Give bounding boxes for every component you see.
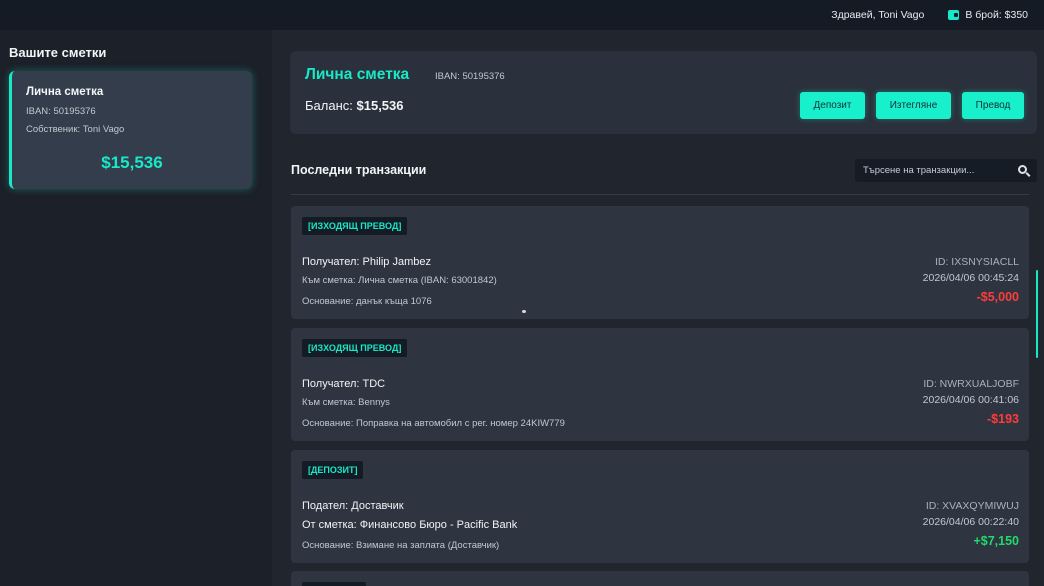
cursor-dot xyxy=(522,310,526,313)
transaction-account: Към сметка: Bennys xyxy=(302,397,390,408)
transaction-amount: -$5,000 xyxy=(976,290,1019,304)
top-bar: Здравей, Toni Vago В брой: $350 xyxy=(0,0,1044,30)
cash-display: В брой: $350 xyxy=(948,9,1028,21)
transfer-button[interactable]: Превод xyxy=(962,92,1024,119)
search-icon[interactable] xyxy=(1018,165,1027,174)
account-iban: IBAN: 50195376 xyxy=(26,106,96,117)
transaction-party: Получател: Philip Jambez xyxy=(302,256,431,268)
transaction-reason: Основание: Поправка на автомобил с рег. … xyxy=(302,418,565,429)
transactions-title: Последни транзакции xyxy=(291,163,427,177)
account-header: Лична сметка IBAN: 50195376 Баланс: $15,… xyxy=(290,51,1037,134)
transaction-item[interactable]: [ИЗХОДЯЩ ПРЕВОД] Получател: Philip Jambe… xyxy=(291,206,1029,319)
transaction-id: ID: NWRXUALJOBF xyxy=(923,378,1019,390)
transaction-reason: Основание: данък къща 1076 xyxy=(302,296,432,307)
transaction-id: ID: IXSNYSIACLL xyxy=(934,256,1019,268)
transaction-date: 2026/04/06 00:41:06 xyxy=(922,394,1019,406)
account-balance: $15,536 xyxy=(101,153,163,172)
transaction-type-badge: [ДЕПОЗИТ] xyxy=(302,461,364,479)
transaction-item[interactable]: [ДЕПОЗИТ] Подател: Доставчик От сметка: … xyxy=(291,450,1029,563)
cash-text: В брой: $350 xyxy=(965,9,1028,21)
deposit-button[interactable]: Депозит xyxy=(800,92,865,119)
balance-label: Баланс: xyxy=(305,98,353,113)
divider xyxy=(291,194,1029,195)
transaction-party: Подател: Доставчик xyxy=(302,500,404,512)
header-iban: IBAN: 50195376 xyxy=(435,71,505,82)
transaction-item-partial[interactable] xyxy=(291,571,1029,586)
transaction-amount: -$193 xyxy=(987,412,1019,426)
transaction-date: 2026/04/06 00:22:40 xyxy=(922,516,1019,528)
transaction-type-badge: [ИЗХОДЯЩ ПРЕВОД] xyxy=(302,339,408,357)
greeting-text: Здравей, Toni Vago xyxy=(831,9,925,21)
search-input[interactable] xyxy=(855,165,1005,176)
account-name: Лична сметка xyxy=(26,86,104,98)
scrollbar-thumb[interactable] xyxy=(1036,270,1038,358)
header-balance: Баланс: $15,536 xyxy=(305,98,404,113)
transaction-reason: Основание: Взимане на заплата (Доставчик… xyxy=(302,540,500,551)
account-owner: Собственик: Toni Vago xyxy=(26,124,125,135)
withdraw-button[interactable]: Изтегляне xyxy=(876,92,951,119)
balance-value: $15,536 xyxy=(356,98,404,113)
transaction-id: ID: XVAXQYMIWUJ xyxy=(925,500,1019,512)
sidebar-title: Вашите сметки xyxy=(9,45,107,60)
account-title: Лична сметка xyxy=(305,66,410,83)
transaction-account: От сметка: Финансово Бюро - Pacific Bank xyxy=(302,519,518,531)
transaction-amount: +$7,150 xyxy=(973,534,1019,548)
transaction-party: Получател: TDC xyxy=(302,378,386,390)
transaction-item[interactable]: [ИЗХОДЯЩ ПРЕВОД] Получател: TDC Към смет… xyxy=(291,328,1029,441)
transaction-search[interactable] xyxy=(855,159,1037,182)
sidebar: Вашите сметки Лична сметка IBAN: 5019537… xyxy=(0,30,272,586)
transaction-type-badge-partial xyxy=(302,582,366,586)
wallet-icon xyxy=(948,10,960,20)
transaction-account: Към сметка: Лична сметка (IBAN: 63001842… xyxy=(302,275,497,286)
account-card-personal[interactable]: Лична сметка IBAN: 50195376 Собственик: … xyxy=(9,71,252,189)
transaction-date: 2026/04/06 00:45:24 xyxy=(922,272,1019,284)
transaction-type-badge: [ИЗХОДЯЩ ПРЕВОД] xyxy=(302,217,408,235)
